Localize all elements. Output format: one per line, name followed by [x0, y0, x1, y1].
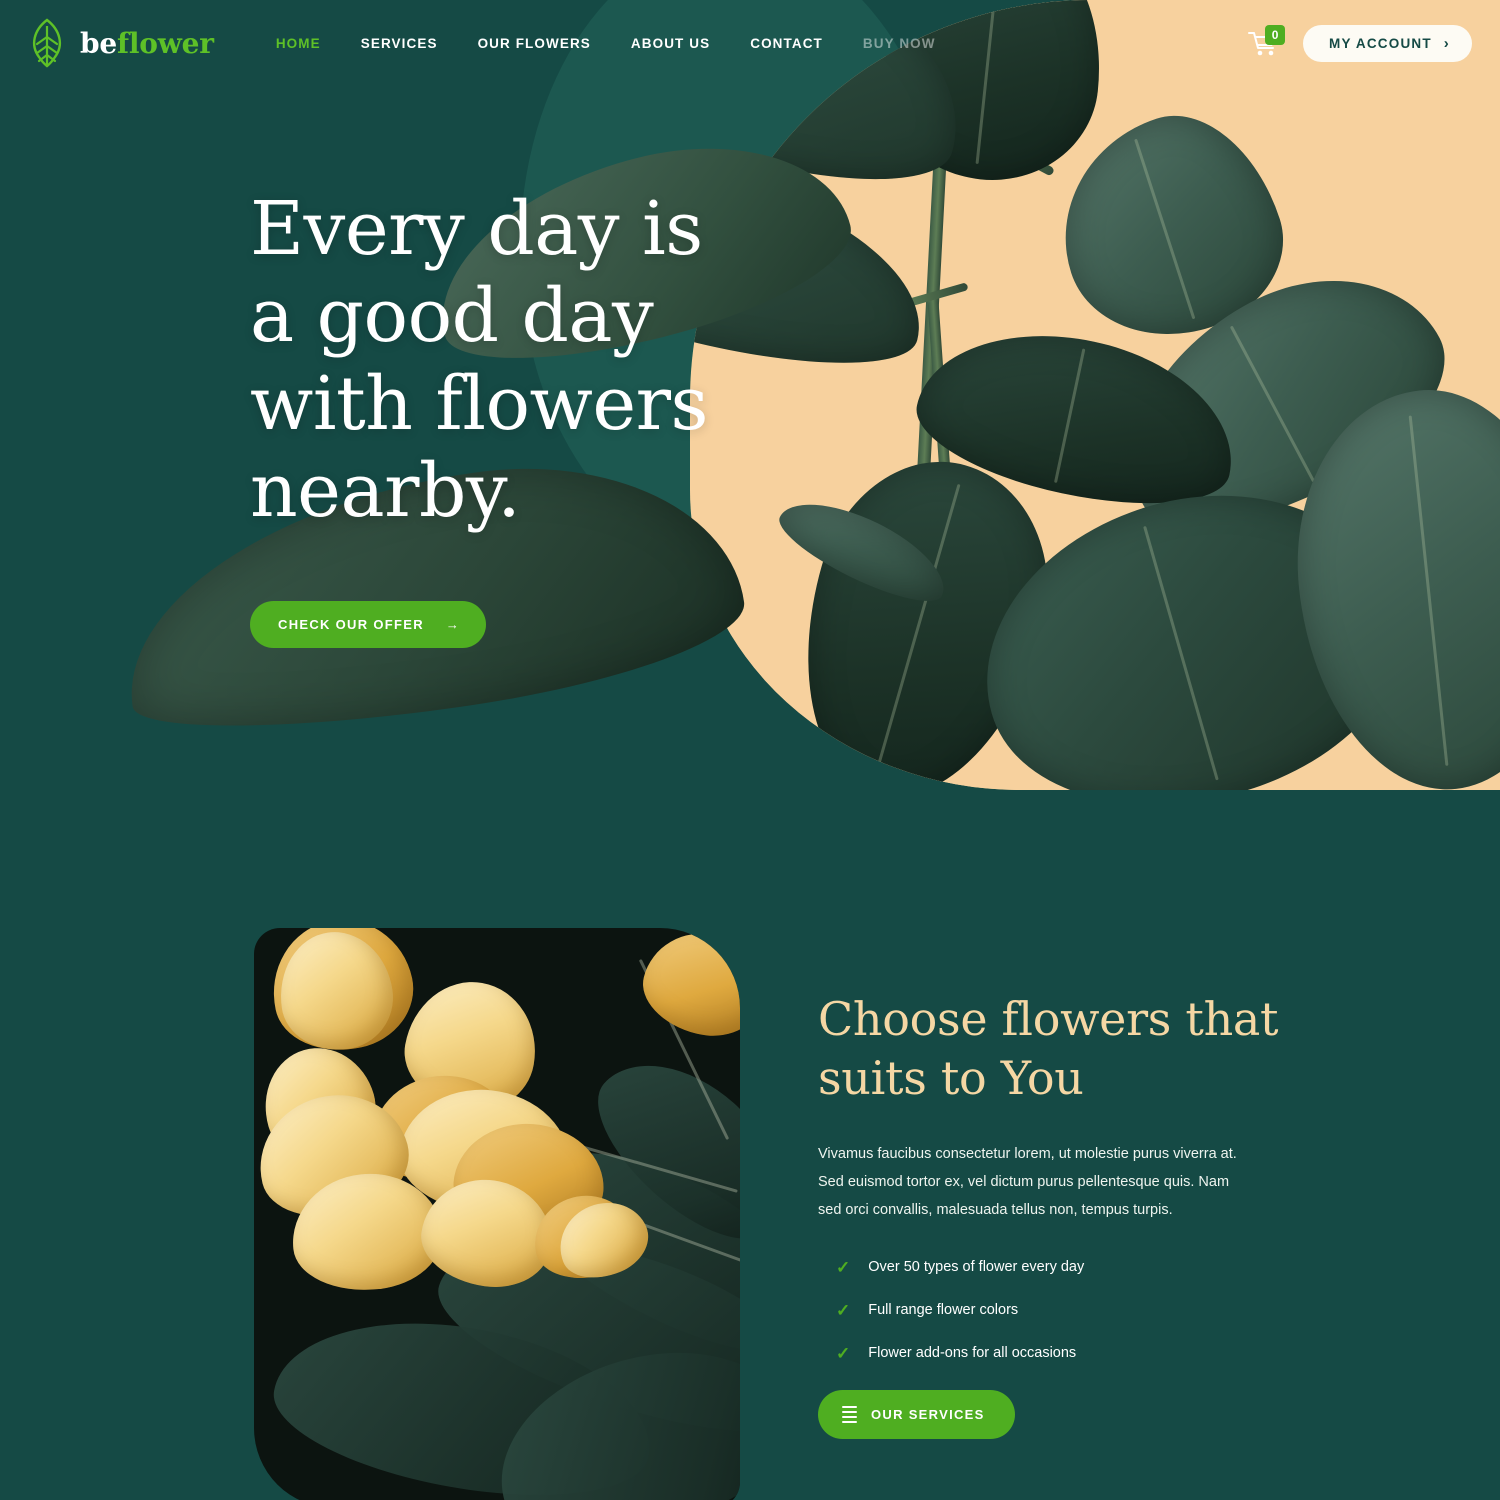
arrow-right-icon: →: [445, 617, 461, 633]
nav-item-buy-now[interactable]: BUY NOW: [843, 26, 956, 61]
brand-word-be: be: [80, 26, 117, 60]
nav-item-home[interactable]: HOME: [256, 26, 341, 61]
header-actions: 0 MY ACCOUNT ›: [1247, 24, 1472, 62]
hero-title-line: Every day is: [250, 186, 703, 272]
features-title-line: suits to You: [818, 1050, 1084, 1105]
our-services-button[interactable]: OUR SERVICES: [818, 1389, 1015, 1439]
list-item: ✓ Full range flower colors: [818, 1302, 1260, 1319]
features-paragraph: Vivamus faucibus consectetur lorem, ut m…: [818, 1145, 1237, 1219]
my-account-label: MY ACCOUNT: [1329, 35, 1432, 51]
nav-item-about-us[interactable]: ABOUT US: [611, 26, 730, 61]
hero-title-line: with flowers: [250, 360, 709, 447]
brand-wordmark: beflower: [80, 27, 214, 60]
list-item-label: Full range flower colors: [868, 1302, 1019, 1319]
cart-count-badge: 0: [1265, 25, 1286, 45]
cart-button[interactable]: 0: [1247, 25, 1286, 58]
check-icon: ✓: [836, 1343, 851, 1363]
list-item-label: Flower add-ons for all occasions: [868, 1345, 1077, 1362]
nav-item-services[interactable]: SERVICES: [341, 26, 458, 61]
list-item-label: Over 50 types of flower every day: [868, 1259, 1085, 1276]
hero-section: beflower HOME SERVICES OUR FLOWERS ABOUT…: [0, 0, 1500, 880]
features-section: Choose flowers that suits to You Vivamus…: [0, 928, 1500, 1500]
chevron-right-icon: ›: [1443, 34, 1450, 52]
list-lines-icon: [842, 1405, 857, 1423]
hero-copy: Every day is a good day with flowers nea…: [250, 186, 770, 649]
our-services-label: OUR SERVICES: [871, 1406, 985, 1422]
nav-item-contact[interactable]: CONTACT: [730, 26, 843, 61]
hero-plant-photo: [690, 0, 1500, 790]
check-our-offer-label: CHECK OUR OFFER: [278, 617, 424, 633]
features-title-line: Choose flowers that: [818, 992, 1279, 1046]
hero-title-line: nearby.: [250, 447, 521, 534]
nav-item-our-flowers[interactable]: OUR FLOWERS: [458, 26, 611, 61]
list-item: ✓ Over 50 types of flower every day: [818, 1259, 1260, 1276]
hero-title-line: a good day: [250, 273, 654, 360]
check-icon: ✓: [836, 1300, 851, 1320]
leaf-icon: [32, 18, 62, 68]
my-account-button[interactable]: MY ACCOUNT ›: [1303, 24, 1472, 62]
site-header: beflower HOME SERVICES OUR FLOWERS ABOUT…: [0, 0, 1500, 86]
tulips-photo: [254, 928, 740, 1500]
features-cta-wrapper: OUR SERVICES: [818, 1389, 1260, 1439]
brand-logo[interactable]: beflower: [26, 17, 214, 69]
check-icon: ✓: [836, 1257, 851, 1277]
features-copy: Choose flowers that suits to You Vivamus…: [740, 928, 1279, 1500]
main-navigation: HOME SERVICES OUR FLOWERS ABOUT US CONTA…: [256, 26, 1247, 61]
hero-cta-wrapper: CHECK OUR OFFER →: [250, 601, 770, 649]
tulip-flower: [633, 928, 740, 1048]
check-our-offer-button[interactable]: CHECK OUR OFFER →: [250, 601, 487, 649]
list-item: ✓ Flower add-ons for all occasions: [818, 1345, 1260, 1362]
brand-word-flower: flower: [117, 26, 214, 60]
hero-title: Every day is a good day with flowers nea…: [250, 186, 770, 535]
features-bullet-list: ✓ Over 50 types of flower every day ✓ Fu…: [818, 1259, 1260, 1362]
features-title: Choose flowers that suits to You: [818, 990, 1279, 1108]
